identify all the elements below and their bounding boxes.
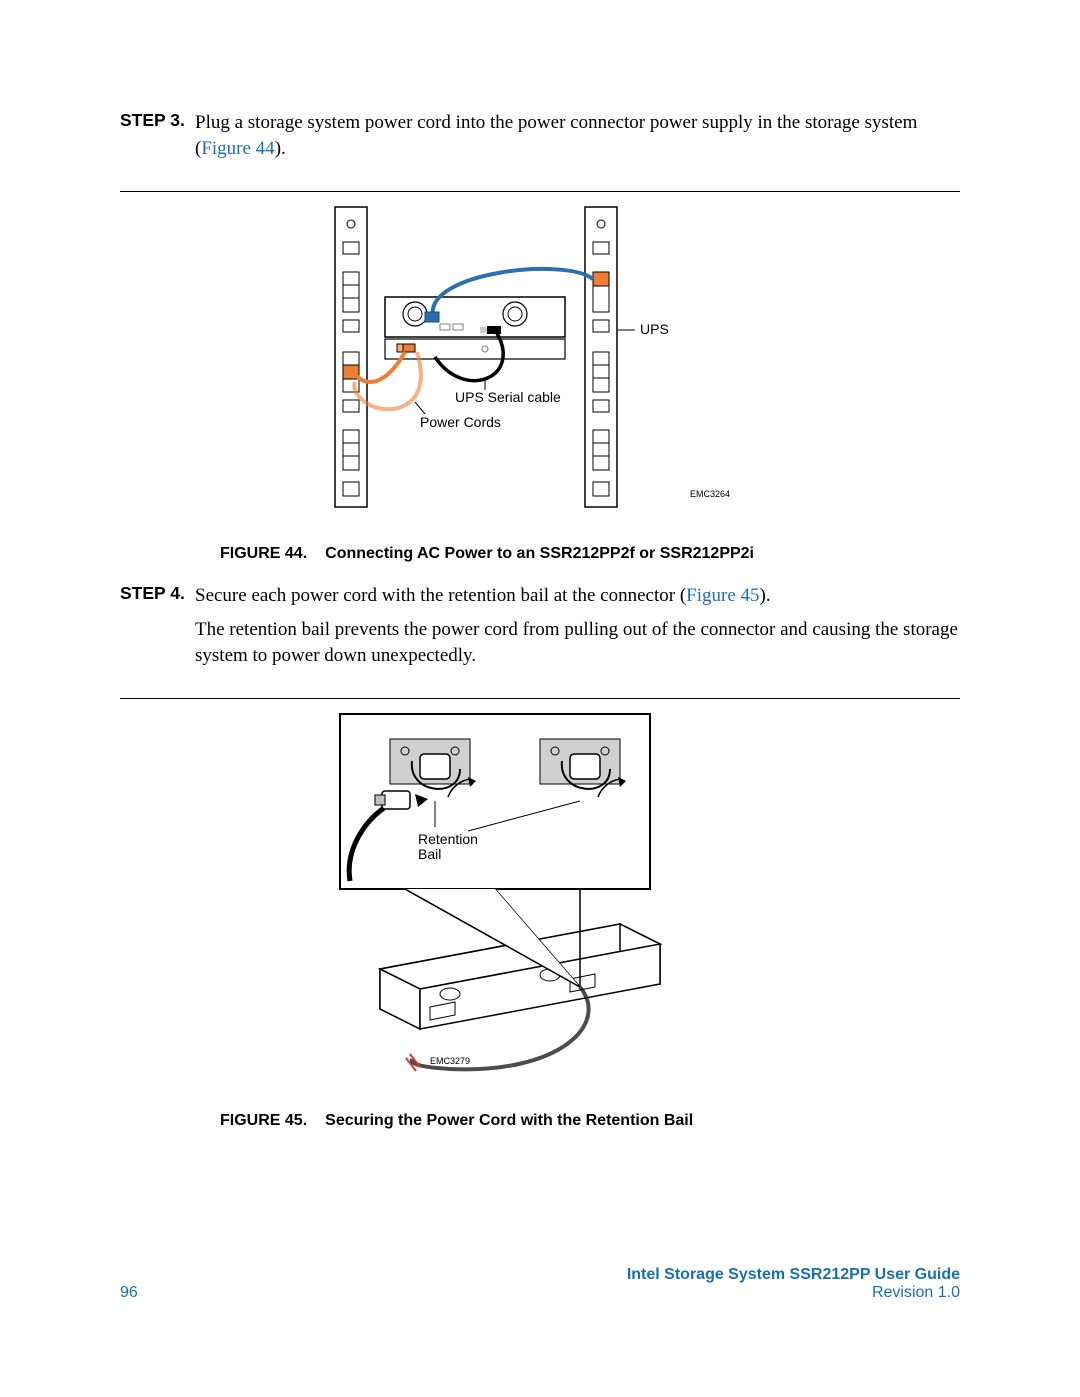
figure-45-diagram: Retention Bail xyxy=(320,709,760,1099)
figure-45-caption: FIGURE 45. Securing the Power Cord with t… xyxy=(120,1112,960,1130)
page-number: 96 xyxy=(120,1284,138,1302)
emc-code-44: EMC3264 xyxy=(690,489,730,499)
step-3: STEP 3. Plug a storage system power cord… xyxy=(120,110,960,161)
figure-45-caption-label: FIGURE 45. xyxy=(220,1112,307,1129)
page-footer: 96 Intel Storage System SSR212PP User Gu… xyxy=(120,1266,960,1302)
footer-guide: Intel Storage System SSR212PP User Guide xyxy=(627,1266,960,1284)
figure-45-link[interactable]: Figure 45 xyxy=(686,585,759,606)
ups-label: UPS xyxy=(640,321,669,337)
step-3-body: Plug a storage system power cord into th… xyxy=(195,110,960,161)
step-3-label: STEP 3. xyxy=(120,110,195,161)
figure-44-link[interactable]: Figure 44 xyxy=(201,138,274,159)
storage-system xyxy=(385,297,565,359)
footer-revision: Revision 1.0 xyxy=(627,1284,960,1302)
step-3-text-before: Plug a storage system power cord into th… xyxy=(195,112,917,159)
step-4-line2: The retention bail prevents the power co… xyxy=(195,617,960,668)
figure-45-rule xyxy=(120,698,960,699)
step-4-label: STEP 4. xyxy=(120,583,195,668)
emc-code-45: EMC3279 xyxy=(430,1056,470,1066)
figure-44-caption-label: FIGURE 44. xyxy=(220,545,307,562)
page-content: STEP 3. Plug a storage system power cord… xyxy=(0,0,1080,1130)
figure-44: UPS UPS Serial cable Power Cords EMC3264 xyxy=(120,202,960,537)
figure-44-caption: FIGURE 44. Connecting AC Power to an SSR2… xyxy=(120,545,960,563)
step-4: STEP 4. Secure each power cord with the … xyxy=(120,583,960,668)
step-3-text-after: ). xyxy=(275,138,286,159)
figure-45-caption-text: Securing the Power Cord with the Retenti… xyxy=(325,1112,693,1129)
figure-45: Retention Bail xyxy=(120,709,960,1104)
step-4-body: Secure each power cord with the retentio… xyxy=(195,583,960,668)
right-pdu xyxy=(585,207,617,507)
bail-label: Bail xyxy=(418,846,441,862)
power-cords-label: Power Cords xyxy=(420,414,501,430)
step-4-line1-after: ). xyxy=(760,585,771,606)
figure-44-caption-text: Connecting AC Power to an SSR212PP2f or … xyxy=(325,545,754,562)
step-4-line1-before: Secure each power cord with the retentio… xyxy=(195,585,686,606)
figure-44-rule xyxy=(120,191,960,192)
left-pdu xyxy=(335,207,367,507)
retention-label: Retention xyxy=(418,831,478,847)
figure-44-diagram: UPS UPS Serial cable Power Cords EMC3264 xyxy=(325,202,755,532)
serial-label: UPS Serial cable xyxy=(455,389,561,405)
